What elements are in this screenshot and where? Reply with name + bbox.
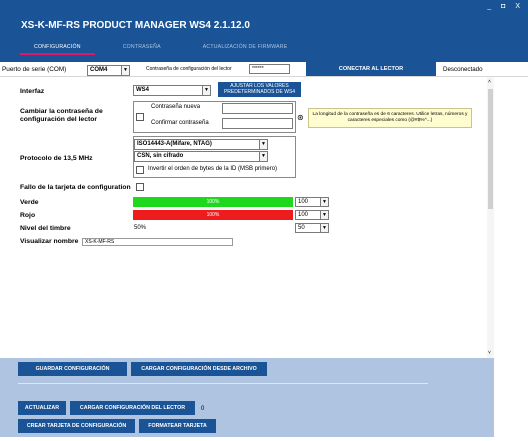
set-defaults-button[interactable]: AJUSTAR LOS VALORES PREDETERMINADOS DE W…: [218, 82, 301, 97]
chevron-down-icon: ▼: [320, 198, 328, 206]
chevron-down-icon: ▼: [259, 140, 267, 149]
chevron-down-icon: ▼: [121, 66, 129, 75]
red-label: Rojo: [20, 212, 36, 219]
red-level-value: 100: [298, 212, 309, 218]
window-controls[interactable]: _ ◘ X: [487, 3, 524, 10]
change-password-checkbox[interactable]: [136, 113, 144, 121]
display-name-input[interactable]: XS-K-MF-RS: [82, 238, 233, 246]
scroll-thumb[interactable]: [488, 89, 493, 209]
title-bar: _ ◘ X XS-K-MF-RS PRODUCT MANAGER WS4 2.1…: [0, 0, 528, 62]
port-label: Puerto de serie (COM): [2, 66, 67, 73]
chevron-down-icon: ▼: [259, 152, 267, 161]
refresh-button[interactable]: ACTUALIZAR: [18, 401, 66, 415]
configuration-form: Interfaz WS4 ▼ AJUSTAR LOS VALORES PREDE…: [0, 77, 487, 358]
red-level-select[interactable]: 100 ▼: [295, 210, 329, 220]
interface-select[interactable]: WS4 ▼: [133, 85, 211, 96]
connection-status: Desconectado: [443, 66, 483, 73]
eye-icon[interactable]: ⊛: [297, 113, 304, 122]
invert-byte-order-checkbox[interactable]: [136, 166, 144, 174]
load-counter: 0: [201, 406, 205, 412]
form-scrollbar[interactable]: ˄ ˅: [487, 77, 494, 358]
load-config-file-button[interactable]: CARGAR CONFIGURACIÓN DESDE ARCHIVO: [131, 362, 267, 376]
interface-label: Interfaz: [20, 88, 45, 95]
change-password-label: Cambiar la contraseña de configuración d…: [20, 108, 103, 123]
green-level-select[interactable]: 100 ▼: [295, 197, 329, 207]
protocol-mode-value: CSN, sin cifrado: [137, 153, 184, 159]
green-level-bar[interactable]: 100%: [133, 197, 293, 207]
bottom-edge: [0, 437, 494, 441]
protocol-standard-select[interactable]: ISO14443-A(Mifare, NTAG) ▼: [134, 139, 268, 150]
invert-byte-order-label: Invertir el orden de bytes de la ID (MSB…: [148, 166, 278, 172]
protocol-standard-value: ISO14443-A(Mifare, NTAG): [137, 141, 212, 147]
chevron-down-icon: ▼: [320, 211, 328, 219]
tab-configuracion[interactable]: CONFIGURACIÓN: [20, 44, 95, 55]
buzzer-level-select[interactable]: 50 ▼: [295, 223, 329, 233]
new-password-input[interactable]: [222, 103, 293, 114]
reader-password-input[interactable]: ******: [249, 64, 290, 74]
port-select-value: COM4: [90, 67, 108, 73]
create-config-card-button[interactable]: CREAR TARJETA DE CONFIGURACIÓN: [18, 419, 135, 433]
tab-actualizacion-firmware[interactable]: ACTUALIZACIÓN DE FIRMWARE: [189, 44, 302, 55]
app-title: XS-K-MF-RS PRODUCT MANAGER WS4 2.1.12.0: [21, 20, 250, 31]
action-divider: [18, 383, 428, 384]
new-password-label: Contraseña nueva: [151, 104, 201, 110]
green-label: Verde: [20, 199, 39, 206]
buzzer-label: Nivel del timbre: [20, 225, 71, 232]
save-config-button[interactable]: GUARDAR CONFIGURACIÓN: [18, 362, 127, 376]
green-level-value: 100: [298, 199, 309, 205]
red-level-bar[interactable]: 100%: [133, 210, 293, 220]
confirm-password-label: Confirmar contraseña: [151, 120, 209, 126]
config-card-fail-checkbox[interactable]: [136, 183, 144, 191]
protocol-mode-select[interactable]: CSN, sin cifrado ▼: [134, 151, 268, 162]
format-card-button[interactable]: FORMATEAR TARJETA: [139, 419, 216, 433]
protocol-label: Protocolo de 13,5 MHz: [20, 155, 93, 162]
buzzer-level-text: 50%: [134, 225, 147, 231]
password-hint: La longitud de la contraseña es de 6 car…: [308, 108, 472, 128]
config-card-fail-label: Fallo de la tarjeta de configuration: [20, 184, 131, 191]
buzzer-level-value: 50: [298, 225, 305, 231]
scroll-up-icon[interactable]: ˄: [488, 79, 491, 85]
right-margin: [494, 77, 528, 441]
display-name-label: Visualizar nombre: [20, 238, 79, 245]
chevron-down-icon: ▼: [202, 86, 210, 95]
tab-bar: CONFIGURACIÓN CONTRASEÑA ACTUALIZACIÓN D…: [20, 44, 301, 55]
tab-contrasena[interactable]: CONTRASEÑA: [109, 44, 175, 55]
confirm-password-input[interactable]: [222, 118, 293, 129]
reader-password-label: Contraseña de configuración del lector: [146, 66, 232, 72]
scroll-down-icon[interactable]: ˅: [488, 350, 491, 356]
port-select[interactable]: COM4 ▼: [87, 65, 130, 76]
chevron-down-icon: ▼: [320, 224, 328, 232]
load-reader-config-button[interactable]: CARGAR CONFIGURACIÓN DEL LECTOR: [70, 401, 195, 415]
interface-select-value: WS4: [136, 87, 150, 93]
connect-reader-button[interactable]: CONECTAR AL LECTOR: [306, 62, 436, 76]
